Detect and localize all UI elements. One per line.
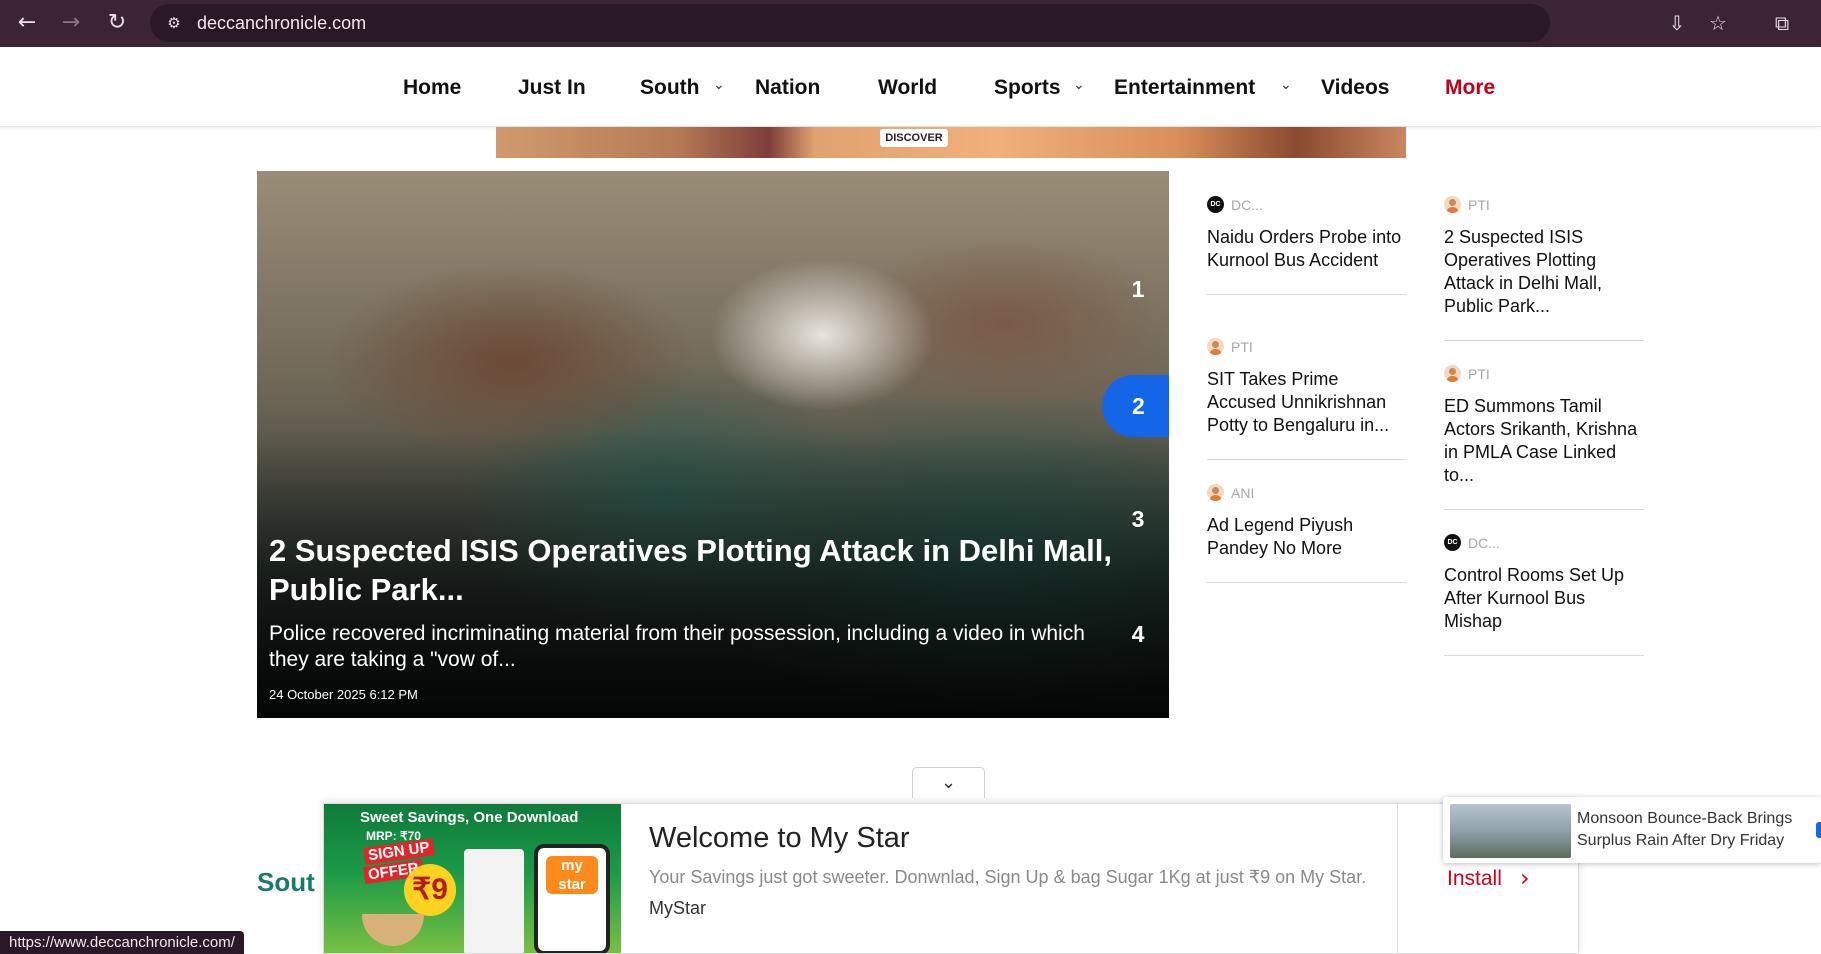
phone-icon: my star [534, 844, 610, 953]
author-avatar-icon [1207, 484, 1224, 501]
nav-home[interactable]: Home [403, 75, 461, 101]
slide-indicator-4[interactable]: 4 [1127, 620, 1149, 648]
ad-headline[interactable]: Welcome to My Star [649, 820, 1369, 856]
nav-south[interactable]: South [640, 75, 699, 101]
extensions-puzzle-icon[interactable]: ⧉ [1765, 6, 1799, 40]
news-source: PTI [1444, 196, 1644, 214]
sticky-bottom-ad[interactable]: Sweet Savings, One Download MRP: ₹70 SIG… [323, 803, 1579, 954]
ad-creative-tagline: Sweet Savings, One Download [360, 809, 579, 826]
news-title[interactable]: ED Summons Tamil Actors Srikanth, Krishn… [1444, 395, 1644, 509]
url-text[interactable]: deccanchronicle.com [197, 12, 366, 34]
news-source: DC DC... [1207, 196, 1407, 214]
ad-body: Welcome to My Star Your Savings just got… [649, 820, 1369, 919]
news-source: DC DC... [1444, 534, 1644, 552]
nav-world[interactable]: World [878, 75, 937, 101]
bookmark-star-icon[interactable]: ☆ [1701, 6, 1735, 40]
hero-date: 24 October 2025 6:12 PM [269, 687, 418, 702]
site-info-icon[interactable]: ⚙ [164, 13, 184, 33]
ad-divider [1397, 804, 1398, 953]
floating-news-toast[interactable]: Monsoon Bounce-Back Brings Surplus Rain … [1443, 797, 1821, 863]
nav-more[interactable]: More [1445, 75, 1495, 101]
back-icon[interactable]: ← [10, 6, 44, 40]
chevron-right-icon[interactable]: › [1520, 864, 1530, 892]
nav-videos[interactable]: Videos [1321, 75, 1389, 101]
install-app-icon[interactable]: ⇩ [1660, 6, 1694, 40]
mystar-logo: my star [546, 856, 598, 894]
ad-creative-price: ₹9 [404, 864, 456, 916]
author-avatar-icon [1444, 365, 1461, 382]
site-header: Home Just In South ⌄ Nation World Sports… [0, 47, 1821, 127]
top-ad-banner[interactable]: DISCOVER [496, 127, 1406, 158]
slide-indicator-1[interactable]: 1 [1127, 275, 1149, 303]
sugar-bowl-icon [362, 914, 424, 946]
dc-logo-icon: DC [1207, 196, 1224, 213]
chevron-down-icon[interactable]: ⌄ [1280, 77, 1292, 93]
hero-carousel[interactable]: 1 2 3 4 2 Suspected ISIS Operatives Plot… [257, 171, 1169, 718]
author-avatar-icon [1207, 338, 1224, 355]
news-source: PTI [1207, 338, 1407, 356]
nav-sports[interactable]: Sports [994, 75, 1061, 101]
nav-nation[interactable]: Nation [755, 75, 820, 101]
browser-toolbar: ← → ↻ ⚙ deccanchronicle.com ⇩ ☆ ⧉ [0, 0, 1821, 47]
news-column-right: PTI 2 Suspected ISIS Operatives Plotting… [1444, 196, 1644, 656]
news-item[interactable]: PTI 2 Suspected ISIS Operatives Plotting… [1444, 196, 1644, 341]
toast-thumbnail[interactable] [1450, 804, 1571, 858]
reload-icon[interactable]: ↻ [100, 6, 134, 40]
slide-indicator-3[interactable]: 3 [1127, 505, 1149, 533]
hero-headline[interactable]: 2 Suspected ISIS Operatives Plotting Att… [269, 531, 1129, 609]
toast-headline[interactable]: Monsoon Bounce-Back Brings Surplus Rain … [1577, 808, 1807, 852]
news-source: PTI [1444, 365, 1644, 383]
forward-icon[interactable]: → [54, 6, 88, 40]
sugar-bag-icon [464, 849, 524, 953]
dc-logo-icon: DC [1444, 534, 1461, 551]
news-item[interactable]: DC DC... Naidu Orders Probe into Kurnool … [1207, 196, 1407, 295]
nav-just-in[interactable]: Just In [518, 75, 586, 101]
slide-indicator-active[interactable]: 2 [1102, 375, 1169, 437]
news-title[interactable]: SIT Takes Prime Accused Unnikrishnan Pot… [1207, 368, 1407, 459]
news-title[interactable]: 2 Suspected ISIS Operatives Plotting Att… [1444, 226, 1644, 340]
collapse-ad-button[interactable]: ⌄ [912, 767, 985, 798]
chevron-down-icon[interactable]: ⌄ [1073, 77, 1085, 93]
ad-description: Your Savings just got sweeter. Donwnlad,… [649, 867, 1367, 887]
news-item[interactable]: ANI Ad Legend Piyush Pandey No More [1207, 484, 1407, 583]
chevron-down-icon[interactable]: ⌄ [713, 77, 725, 93]
toast-edge-handle[interactable] [1816, 822, 1821, 838]
install-button[interactable]: Install [1447, 866, 1502, 892]
news-item[interactable]: DC DC... Control Rooms Set Up After Kurno… [1444, 534, 1644, 656]
news-item[interactable]: PTI ED Summons Tamil Actors Srikanth, Kr… [1444, 365, 1644, 510]
news-title[interactable]: Naidu Orders Probe into Kurnool Bus Acci… [1207, 226, 1407, 294]
address-bar[interactable]: ⚙ deccanchronicle.com [150, 4, 1550, 42]
section-heading-south[interactable]: Sout [257, 866, 315, 898]
news-source: ANI [1207, 484, 1407, 502]
news-item[interactable]: PTI SIT Takes Prime Accused Unnikrishnan… [1207, 338, 1407, 460]
discover-button[interactable]: DISCOVER [880, 129, 948, 147]
ad-creative-image[interactable]: Sweet Savings, One Download MRP: ₹70 SIG… [324, 804, 621, 953]
ad-brand: MyStar [649, 898, 707, 918]
news-column-left: DC DC... Naidu Orders Probe into Kurnool … [1207, 196, 1407, 583]
status-bar-url: https://www.deccanchronicle.com/ [0, 931, 244, 954]
nav-entertainment[interactable]: Entertainment [1114, 75, 1255, 101]
news-title[interactable]: Ad Legend Piyush Pandey No More [1207, 514, 1407, 582]
author-avatar-icon [1444, 196, 1461, 213]
chevron-down-icon: ⌄ [940, 772, 957, 793]
news-title[interactable]: Control Rooms Set Up After Kurnool Bus M… [1444, 564, 1644, 655]
slide-indicator-2: 2 [1132, 393, 1145, 419]
hero-description: Police recovered incriminating material … [269, 622, 1085, 671]
